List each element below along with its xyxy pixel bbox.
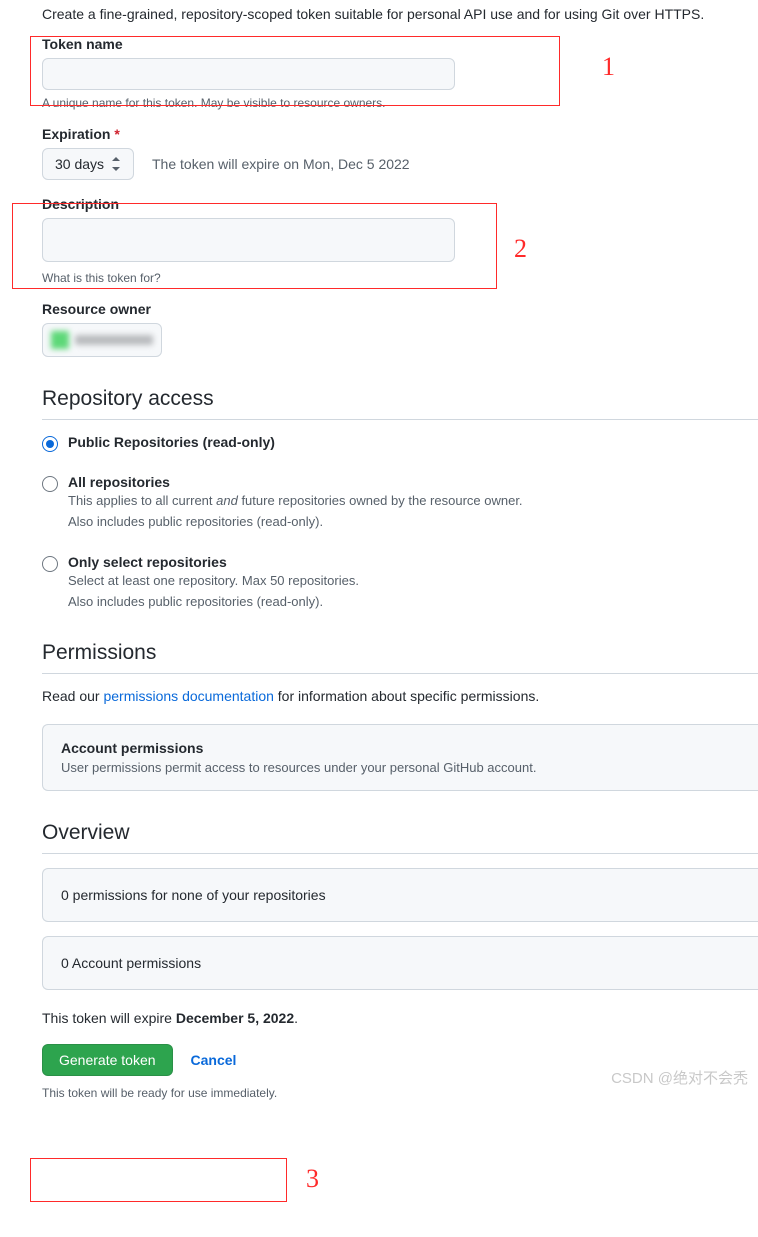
permissions-doc-link[interactable]: permissions documentation [103, 688, 273, 704]
radio-select-repos[interactable]: Only select repositories Select at least… [42, 554, 758, 612]
account-permissions-desc: User permissions permit access to resour… [61, 760, 740, 775]
perm-text-before: Read our [42, 688, 103, 704]
radio-desc-all-1: This applies to all current and future r… [68, 492, 523, 511]
generate-token-button[interactable]: Generate token [42, 1044, 173, 1076]
annotation-number-3: 3 [306, 1164, 319, 1194]
owner-name-blurred [75, 335, 153, 345]
divider [42, 853, 758, 854]
intro-text: Create a fine-grained, repository-scoped… [42, 6, 758, 22]
overview-title: Overview [42, 821, 758, 853]
expire-date: December 5, 2022 [176, 1010, 294, 1026]
radio-desc-select-2: Also includes public repositories (read-… [68, 593, 359, 612]
cancel-button[interactable]: Cancel [191, 1052, 237, 1068]
required-mark: * [114, 126, 119, 142]
expire-summary: This token will expire December 5, 2022. [42, 1010, 758, 1026]
resource-owner-field: Resource owner [42, 301, 758, 357]
radio-desc-select-1: Select at least one repository. Max 50 r… [68, 572, 359, 591]
resource-owner-select[interactable] [42, 323, 162, 357]
expiration-selected: 30 days [55, 156, 104, 172]
permissions-title: Permissions [42, 641, 758, 673]
expire-prefix: This token will expire [42, 1010, 176, 1026]
radio-label-public: Public Repositories (read-only) [68, 434, 275, 450]
radio-all-repos[interactable]: All repositories This applies to all cur… [42, 474, 758, 532]
expiration-field: Expiration * 30 days The token will expi… [42, 126, 758, 180]
token-name-help: A unique name for this token. May be vis… [42, 96, 758, 110]
account-permissions-title: Account permissions [61, 740, 740, 756]
description-input[interactable] [42, 218, 455, 262]
expire-suffix: . [294, 1010, 298, 1026]
radio-label-select: Only select repositories [68, 554, 359, 570]
expiration-note: The token will expire on Mon, Dec 5 2022 [152, 156, 410, 172]
overview-account-card[interactable]: 0 Account permissions [42, 936, 758, 990]
account-permissions-card[interactable]: Account permissions User permissions per… [42, 724, 758, 791]
radio-label-all: All repositories [68, 474, 523, 490]
owner-avatar-icon [51, 331, 69, 349]
resource-owner-label: Resource owner [42, 301, 758, 317]
radio-public-repos[interactable]: Public Repositories (read-only) [42, 434, 758, 452]
annotation-box-3 [30, 1158, 287, 1202]
permissions-text: Read our permissions documentation for i… [42, 688, 758, 704]
token-name-field: Token name A unique name for this token.… [42, 36, 758, 110]
description-label: Description [42, 196, 758, 212]
radio-desc-all-2: Also includes public repositories (read-… [68, 513, 523, 532]
token-name-input[interactable] [42, 58, 455, 90]
overview-repo-line: 0 permissions for none of your repositor… [61, 887, 740, 903]
overview-account-line: 0 Account permissions [61, 955, 740, 971]
radio-input-all[interactable] [42, 476, 58, 492]
divider [42, 673, 758, 674]
description-help: What is this token for? [42, 271, 758, 285]
radio-input-select[interactable] [42, 556, 58, 572]
repo-access-title: Repository access [42, 387, 758, 419]
expiration-label: Expiration * [42, 126, 758, 142]
description-field: Description What is this token for? [42, 196, 758, 285]
watermark: CSDN @绝对不会秃 [611, 1067, 748, 1088]
select-caret-icon [111, 157, 121, 171]
expiration-select[interactable]: 30 days [42, 148, 134, 180]
page: Create a fine-grained, repository-scoped… [42, 6, 758, 1100]
divider [42, 419, 758, 420]
expiration-label-text: Expiration [42, 126, 110, 142]
token-name-label: Token name [42, 36, 758, 52]
overview-repo-card[interactable]: 0 permissions for none of your repositor… [42, 868, 758, 922]
perm-text-after: for information about specific permissio… [274, 688, 539, 704]
footer-note: This token will be ready for use immedia… [42, 1086, 758, 1100]
radio-input-public[interactable] [42, 436, 58, 452]
